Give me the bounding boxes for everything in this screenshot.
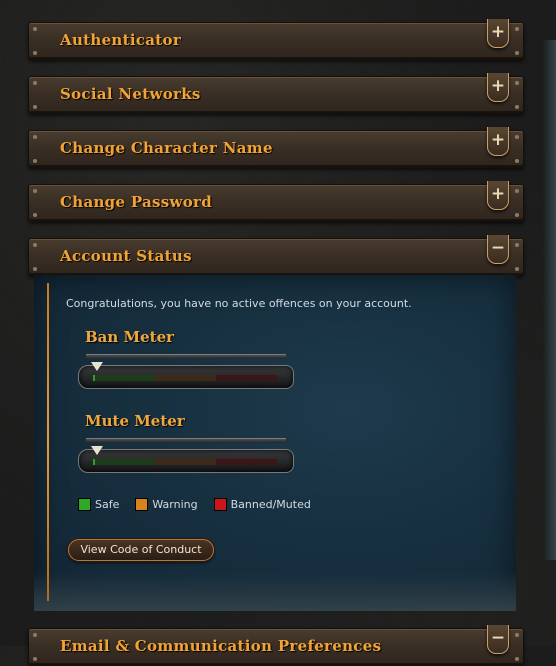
panel-authenticator[interactable]: Authenticator +: [28, 19, 524, 60]
expand-plus-icon[interactable]: +: [487, 19, 509, 48]
legend-swatch: [213, 498, 227, 511]
panel-title: Change Password: [60, 193, 213, 211]
meter-segment-safe: [93, 459, 155, 465]
view-code-of-conduct-button[interactable]: View Code of Conduct: [68, 539, 214, 561]
ban-meter: [78, 362, 294, 389]
panel-change-password[interactable]: Change Password +: [28, 181, 524, 222]
meter-segment-warning: [154, 375, 216, 381]
meter-fill: [93, 459, 95, 465]
background-decoration: [542, 40, 556, 560]
meter-track: [93, 375, 277, 381]
mute-meter-topline: [86, 438, 286, 443]
expand-plus-icon[interactable]: +: [487, 73, 509, 102]
panel-title: Change Character Name: [60, 139, 273, 157]
panel-title: Email & Communication Preferences: [60, 637, 382, 655]
panel-social-networks[interactable]: Social Networks +: [28, 73, 524, 114]
content-border-decoration: [34, 571, 516, 611]
collapse-minus-icon[interactable]: −: [487, 235, 509, 264]
expand-plus-icon[interactable]: +: [487, 127, 509, 156]
meter-segment-banned: [215, 459, 277, 465]
expand-plus-icon[interactable]: +: [487, 181, 509, 210]
panel-email-communication-preferences[interactable]: Email & Communication Preferences −: [28, 625, 524, 666]
legend-item-banned-muted: Banned/Muted: [213, 498, 311, 511]
mute-meter-title: Mute Meter: [85, 412, 185, 430]
meter-segment-warning: [154, 459, 216, 465]
meter-legend: Safe Warning Banned/Muted: [78, 498, 311, 511]
legend-swatch: [135, 498, 149, 511]
meter-marker-icon: [91, 362, 103, 371]
panel-title: Authenticator: [60, 31, 182, 49]
panel-title: Account Status: [60, 247, 192, 265]
panel-change-character-name[interactable]: Change Character Name +: [28, 127, 524, 168]
content-divider-line: [47, 283, 49, 601]
mute-meter: [78, 446, 294, 473]
legend-item-safe: Safe: [78, 498, 119, 511]
legend-swatch: [78, 498, 91, 511]
account-status-message: Congratulations, you have no active offe…: [66, 297, 412, 310]
panel-title: Social Networks: [60, 85, 201, 103]
meter-segment-banned: [215, 375, 277, 381]
ban-meter-title: Ban Meter: [85, 328, 175, 346]
panel-account-status[interactable]: Account Status −: [28, 235, 524, 276]
collapse-minus-icon[interactable]: −: [487, 625, 509, 654]
ban-meter-topline: [86, 354, 286, 359]
meter-track: [93, 459, 277, 465]
meter-marker-icon: [91, 446, 103, 455]
account-status-content: Congratulations, you have no active offe…: [34, 275, 516, 611]
meter-segment-safe: [93, 375, 155, 381]
meter-fill: [93, 375, 95, 381]
legend-item-warning: Warning: [135, 498, 198, 511]
